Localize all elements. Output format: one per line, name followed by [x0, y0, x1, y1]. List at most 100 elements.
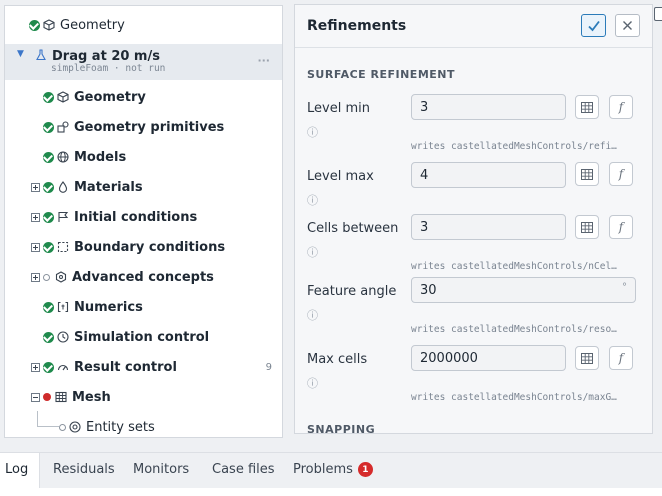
- expression-button[interactable]: f: [609, 346, 633, 370]
- apply-button[interactable]: [581, 14, 606, 37]
- expand-plus-icon[interactable]: [31, 242, 40, 252]
- bottom-tab-bar: Log Residuals Monitors Case files Proble…: [0, 452, 662, 489]
- status-ok-icon: [43, 121, 54, 133]
- feature-angle-input[interactable]: 30 °: [411, 277, 636, 303]
- tab-problems-label: Problems: [293, 462, 353, 477]
- field-label-level-min: Level min: [307, 101, 370, 116]
- writes-path: writes castellatedMeshControls/nCel…: [411, 261, 617, 272]
- section-heading-snapping: SNAPPING: [307, 423, 376, 434]
- tree-item-case-drag[interactable]: ▼ Drag at 20 m/s simpleFoam · not run ··…: [5, 44, 282, 80]
- tree-item-label: Advanced concepts: [72, 269, 214, 285]
- window-edge-icon[interactable]: [654, 7, 662, 21]
- tab-log[interactable]: Log: [5, 462, 28, 477]
- table-toggle-button[interactable]: [575, 346, 599, 370]
- expression-button[interactable]: f: [609, 162, 633, 186]
- expand-caret-icon[interactable]: ▼: [17, 49, 26, 59]
- more-options-icon[interactable]: ···: [257, 54, 270, 67]
- status-pending-icon: [59, 423, 66, 431]
- tab-case-files[interactable]: Case files: [212, 462, 275, 477]
- cells-between-input[interactable]: 3: [411, 214, 566, 240]
- status-ok-icon: [43, 181, 54, 193]
- tree-item-numerics[interactable]: Numerics: [43, 298, 282, 316]
- tree-item-label: Materials: [74, 179, 143, 195]
- tree-item-initial-conditions[interactable]: Initial conditions: [31, 208, 282, 226]
- info-icon[interactable]: ⓘ: [307, 124, 318, 140]
- status-ok-icon: [43, 211, 54, 223]
- collapse-minus-icon[interactable]: [31, 392, 40, 402]
- info-icon[interactable]: ⓘ: [307, 244, 318, 260]
- level-min-input[interactable]: 3: [411, 94, 566, 120]
- status-ok-icon: [43, 151, 54, 163]
- tree-item-mesh[interactable]: Mesh: [31, 388, 282, 406]
- bracket-icon: [57, 301, 69, 313]
- item-count-badge: 9: [265, 361, 272, 373]
- tree-item-advanced-concepts[interactable]: Advanced concepts: [31, 268, 282, 286]
- table-toggle-button[interactable]: [575, 162, 599, 186]
- status-ok-icon: [43, 301, 54, 313]
- tree-item-label: Mesh: [72, 389, 111, 405]
- field-label-feature-angle: Feature angle: [307, 284, 397, 299]
- field-label-max-cells: Max cells: [307, 352, 368, 367]
- expand-plus-icon[interactable]: [31, 362, 40, 372]
- table-icon: [581, 101, 593, 113]
- table-toggle-button[interactable]: [575, 95, 599, 119]
- info-icon[interactable]: ⓘ: [307, 307, 318, 323]
- expression-button[interactable]: f: [609, 215, 633, 239]
- tree-item-geometry-primitives[interactable]: Geometry primitives: [43, 118, 282, 136]
- tree-item-label: Initial conditions: [74, 209, 198, 225]
- target-icon: [69, 421, 81, 433]
- tree-connector: [37, 426, 59, 427]
- level-max-input[interactable]: 4: [411, 162, 566, 188]
- droplet-icon: [57, 181, 69, 193]
- status-error-icon: [43, 393, 51, 401]
- table-icon: [581, 352, 593, 364]
- tree-item-label: Geometry primitives: [74, 119, 225, 135]
- tree-item-boundary-conditions[interactable]: Boundary conditions: [31, 238, 282, 256]
- tab-problems[interactable]: Problems 1: [293, 462, 373, 477]
- field-label-cells-between: Cells between: [307, 221, 399, 236]
- close-icon: [623, 21, 632, 30]
- tab-residuals[interactable]: Residuals: [53, 462, 115, 477]
- tree-item-materials[interactable]: Materials: [31, 178, 282, 196]
- expand-plus-icon[interactable]: [31, 272, 40, 282]
- flag-icon: [57, 211, 69, 223]
- info-icon[interactable]: ⓘ: [307, 192, 318, 208]
- table-icon: [581, 168, 593, 180]
- expand-plus-icon[interactable]: [31, 182, 40, 192]
- close-button[interactable]: [615, 14, 640, 37]
- checkmark-icon: [587, 20, 600, 31]
- case-title: Drag at 20 m/s: [52, 49, 160, 64]
- globe-icon: [57, 151, 69, 163]
- tree-item-result-control[interactable]: Result control 9: [31, 358, 282, 376]
- info-icon[interactable]: ⓘ: [307, 375, 318, 391]
- expression-button[interactable]: f: [609, 95, 633, 119]
- cube-icon: [57, 91, 69, 103]
- tab-monitors[interactable]: Monitors: [133, 462, 189, 477]
- case-tree: Geometry ▼ Drag at 20 m/s simpleFoam · n…: [4, 5, 283, 438]
- tree-item-models[interactable]: Models: [43, 148, 282, 166]
- log-line: · · · · · · ·: [4, 488, 82, 493]
- writes-path: writes castellatedMeshControls/reso…: [411, 324, 617, 335]
- status-ok-icon: [43, 241, 54, 253]
- tree-item-simulation-control[interactable]: Simulation control: [43, 328, 282, 346]
- gauge-icon: [57, 361, 69, 373]
- max-cells-input[interactable]: 2000000: [411, 345, 566, 371]
- status-ok-icon: [29, 19, 40, 31]
- feature-angle-value: 30: [420, 283, 437, 298]
- tree-item-label: Boundary conditions: [74, 239, 226, 255]
- tree-item-label: Entity sets: [86, 419, 155, 435]
- table-toggle-button[interactable]: [575, 215, 599, 239]
- status-ok-icon: [43, 91, 54, 103]
- clock-icon: [57, 331, 69, 343]
- field-label-level-max: Level max: [307, 169, 374, 184]
- expand-plus-icon[interactable]: [31, 212, 40, 222]
- tree-item-entity-sets[interactable]: Entity sets: [59, 418, 282, 436]
- panel-title: Refinements: [307, 18, 407, 34]
- tree-item-geometry[interactable]: Geometry: [43, 88, 282, 106]
- tree-item-label: Geometry: [74, 89, 146, 105]
- shapes-icon: [57, 121, 69, 133]
- writes-path: writes castellatedMeshControls/maxG…: [411, 392, 617, 403]
- tree-item-geometry-top[interactable]: Geometry: [29, 16, 282, 34]
- tree-item-label: Numerics: [74, 299, 143, 315]
- panel-header: Refinements: [295, 5, 652, 48]
